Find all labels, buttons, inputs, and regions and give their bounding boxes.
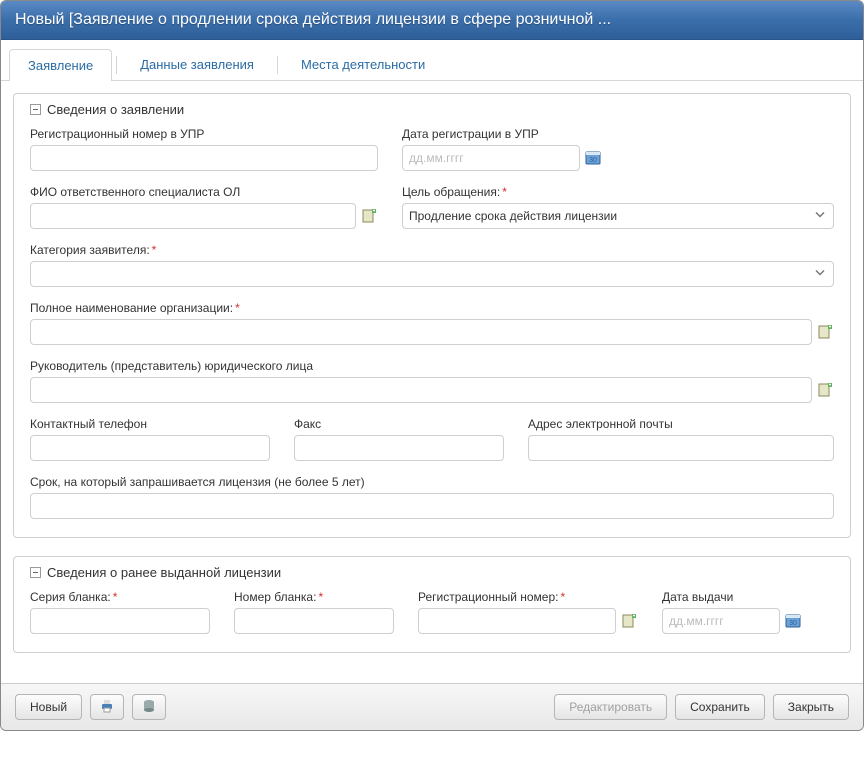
chevron-down-icon[interactable]: [814, 209, 826, 224]
form-content: Сведения о заявлении Регистрационный ном…: [1, 81, 863, 683]
new-button[interactable]: Новый: [15, 694, 82, 720]
org-name-input[interactable]: [30, 319, 812, 345]
fax-input[interactable]: [294, 435, 504, 461]
button-label: Закрыть: [788, 700, 834, 714]
tab-activity-places[interactable]: Места деятельности: [282, 48, 444, 80]
category-label: Категория заявителя:*: [30, 243, 834, 257]
category-select[interactable]: [30, 261, 834, 287]
phone-label: Контактный телефон: [30, 417, 270, 431]
responsible-input[interactable]: [30, 203, 356, 229]
license-reg-number-input[interactable]: [418, 608, 616, 634]
purpose-label: Цель обращения:*: [402, 185, 834, 199]
purpose-select[interactable]: [402, 203, 834, 229]
button-label: Редактировать: [569, 700, 652, 714]
head-label: Руководитель (представитель) юридическог…: [30, 359, 834, 373]
tab-label: Заявление: [28, 58, 93, 73]
svg-text:30: 30: [789, 620, 797, 627]
org-name-label: Полное наименование организации:*: [30, 301, 834, 315]
tab-separator: [277, 56, 278, 74]
issue-date-label: Дата выдачи: [662, 590, 802, 604]
titlebar: Новый [Заявление о продлении срока дейст…: [1, 1, 863, 40]
phone-input[interactable]: [30, 435, 270, 461]
blank-number-input[interactable]: [234, 608, 394, 634]
tab-separator: [116, 56, 117, 74]
fieldset-header: Сведения о ранее выданной лицензии: [30, 565, 834, 580]
lookup-icon[interactable]: [620, 612, 638, 630]
window-title: Новый [Заявление о продлении срока дейст…: [15, 11, 611, 28]
category-value[interactable]: [30, 261, 834, 287]
reg-number-label: Регистрационный номер в УПР: [30, 127, 378, 141]
email-input[interactable]: [528, 435, 834, 461]
fieldset-title: Сведения о заявлении: [47, 102, 184, 117]
footer-toolbar: Новый Редактировать Сохранить Закрыть: [1, 683, 863, 730]
save-button[interactable]: Сохранить: [675, 694, 765, 720]
close-button[interactable]: Закрыть: [773, 694, 849, 720]
reg-number-input[interactable]: [30, 145, 378, 171]
lookup-icon[interactable]: [360, 207, 378, 225]
svg-text:30: 30: [589, 157, 597, 164]
lookup-icon[interactable]: [816, 323, 834, 341]
collapse-icon[interactable]: [30, 104, 41, 115]
fieldset-title: Сведения о ранее выданной лицензии: [47, 565, 281, 580]
license-reg-number-label: Регистрационный номер:*: [418, 590, 638, 604]
button-label: Новый: [30, 700, 67, 714]
fieldset-application-info: Сведения о заявлении Регистрационный ном…: [13, 93, 851, 538]
series-input[interactable]: [30, 608, 210, 634]
fieldset-header: Сведения о заявлении: [30, 102, 834, 117]
attach-button[interactable]: [132, 694, 166, 720]
reg-date-label: Дата регистрации в УПР: [402, 127, 602, 141]
purpose-value[interactable]: [402, 203, 834, 229]
edit-button: Редактировать: [554, 694, 667, 720]
reg-date-input[interactable]: [402, 145, 580, 171]
fieldset-prior-license: Сведения о ранее выданной лицензии Серия…: [13, 556, 851, 653]
issue-date-input[interactable]: [662, 608, 780, 634]
series-label: Серия бланка:*: [30, 590, 210, 604]
email-label: Адрес электронной почты: [528, 417, 834, 431]
tab-bar: Заявление Данные заявления Места деятель…: [1, 40, 863, 81]
printer-icon: [99, 698, 115, 717]
calendar-icon[interactable]: 30: [584, 149, 602, 167]
fax-label: Факс: [294, 417, 504, 431]
tab-application[interactable]: Заявление: [9, 49, 112, 81]
lookup-icon[interactable]: [816, 381, 834, 399]
chevron-down-icon[interactable]: [814, 267, 826, 282]
print-button[interactable]: [90, 694, 124, 720]
tab-label: Места деятельности: [301, 57, 425, 72]
head-input[interactable]: [30, 377, 812, 403]
collapse-icon[interactable]: [30, 567, 41, 578]
term-label: Срок, на который запрашивается лицензия …: [30, 475, 834, 489]
responsible-label: ФИО ответственного специалиста ОЛ: [30, 185, 378, 199]
blank-number-label: Номер бланка:*: [234, 590, 394, 604]
calendar-icon[interactable]: 30: [784, 612, 802, 630]
dialog-window: Новый [Заявление о продлении срока дейст…: [0, 0, 864, 731]
database-icon: [141, 698, 157, 717]
tab-label: Данные заявления: [140, 57, 254, 72]
button-label: Сохранить: [690, 700, 750, 714]
term-input[interactable]: [30, 493, 834, 519]
tab-application-data[interactable]: Данные заявления: [121, 48, 273, 80]
